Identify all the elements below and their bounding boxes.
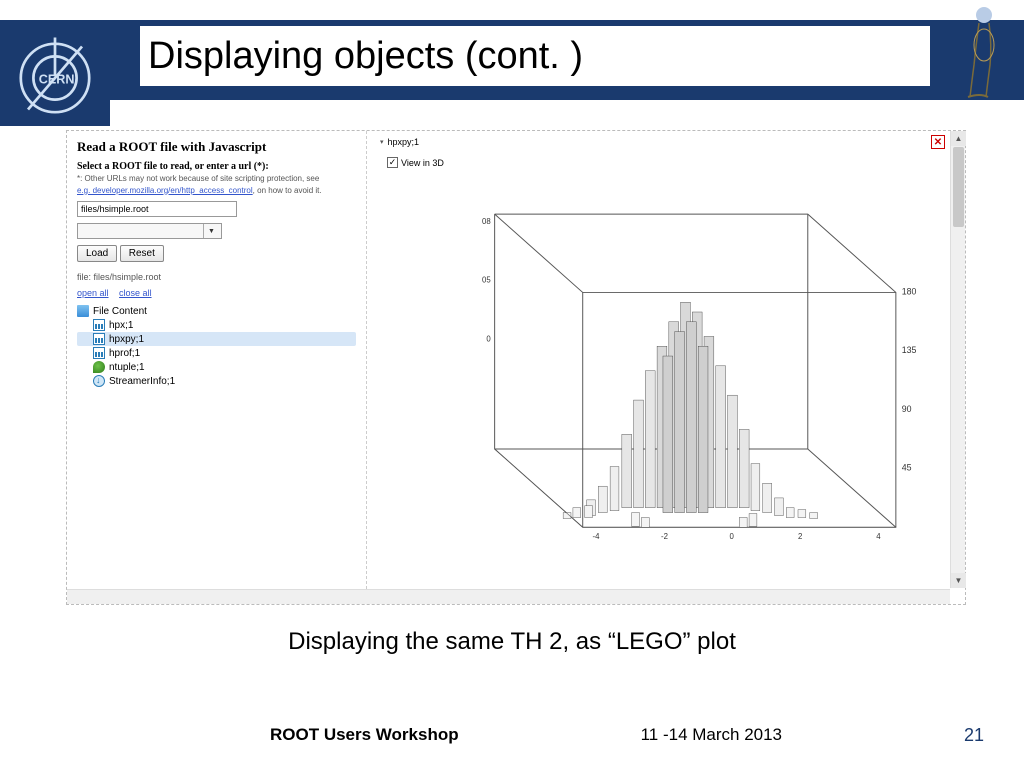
- tree-item-ntuple[interactable]: ntuple;1: [77, 360, 356, 374]
- chevron-down-icon: ▼: [203, 224, 219, 238]
- tree-item-label: hpx;1: [109, 320, 133, 331]
- z-tick: 45: [902, 463, 912, 473]
- leaf-icon: [93, 361, 105, 373]
- svg-text:0: 0: [486, 334, 491, 343]
- svg-text:0: 0: [730, 532, 735, 541]
- scrollbar-thumb[interactable]: [953, 147, 964, 227]
- panel-note-link-row: e.g. developer.mozilla.org/en/http_acces…: [77, 186, 356, 196]
- open-all-link[interactable]: open all: [77, 288, 109, 298]
- tree-item-hprof[interactable]: hprof;1: [77, 346, 356, 360]
- tree-item-label: hpxpy;1: [109, 334, 144, 345]
- button-row: Load Reset: [77, 245, 356, 262]
- current-file-label: file: files/hsimple.root: [77, 272, 356, 282]
- horizontal-scrollbar[interactable]: [67, 589, 950, 604]
- page-number: 21: [964, 725, 984, 746]
- z-tick: 135: [902, 345, 917, 355]
- file-select-dropdown[interactable]: ▼: [77, 223, 222, 239]
- left-panel: Read a ROOT file with Javascript Select …: [67, 131, 367, 604]
- footer-date: 11 -14 March 2013: [641, 725, 782, 746]
- close-all-link[interactable]: close all: [119, 288, 152, 298]
- histogram-icon: [93, 333, 105, 345]
- panel-note-suffix: , on how to avoid it.: [253, 186, 322, 195]
- chevron-down-icon: ▾: [380, 138, 384, 146]
- tree-item-streamerinfo[interactable]: StreamerInfo;1: [77, 374, 356, 388]
- view3d-label: View in 3D: [401, 158, 444, 168]
- slide-footer: ROOT Users Workshop 11 -14 March 2013 21: [0, 725, 1024, 746]
- svg-text:05: 05: [482, 276, 491, 285]
- slide-title: Displaying objects (cont. ): [140, 26, 930, 86]
- object-tab-dropdown[interactable]: ▾ hpxpy;1: [375, 135, 424, 149]
- tree-root-label: File Content: [93, 306, 147, 317]
- close-icon: ✕: [934, 137, 942, 148]
- load-button[interactable]: Load: [77, 245, 117, 262]
- z-tick: 180: [902, 286, 917, 296]
- svg-text:08: 08: [482, 217, 491, 226]
- vertical-scrollbar[interactable]: ▲ ▼: [950, 131, 965, 588]
- info-icon: [93, 375, 105, 387]
- file-tree: File Content hpx;1 hpxpy;1 hprof;1 ntupl…: [77, 304, 356, 388]
- slide-caption: Displaying the same TH 2, as “LEGO” plot: [0, 628, 1024, 656]
- svg-text:-4: -4: [593, 532, 601, 541]
- tree-item-label: ntuple;1: [109, 362, 145, 373]
- tree-action-links: open all close all: [77, 288, 356, 298]
- object-tab-label: hpxpy;1: [388, 137, 420, 147]
- tree-item-label: StreamerInfo;1: [109, 376, 175, 387]
- close-button[interactable]: ✕: [931, 135, 945, 149]
- footer-workshop: ROOT Users Workshop: [270, 725, 459, 746]
- viewer-panel: ▾ hpxpy;1 ✕ ✓ View in 3D: [367, 131, 965, 604]
- corner-figure-graphic: [944, 5, 1014, 100]
- tree-root-row[interactable]: File Content: [77, 304, 356, 318]
- z-tick: 90: [902, 404, 912, 414]
- svg-text:CERN: CERN: [39, 72, 75, 86]
- file-url-input[interactable]: [77, 201, 237, 217]
- histogram-icon: [93, 319, 105, 331]
- reset-button[interactable]: Reset: [120, 245, 164, 262]
- svg-text:-2: -2: [661, 532, 668, 541]
- tree-item-hpx[interactable]: hpx;1: [77, 318, 356, 332]
- app-frame: Read a ROOT file with Javascript Select …: [66, 130, 966, 605]
- dropdown-row: ▼: [77, 223, 356, 239]
- cern-logo: CERN: [0, 30, 110, 126]
- scroll-up-icon: ▲: [951, 131, 966, 146]
- scroll-down-icon: ▼: [951, 573, 966, 588]
- tree-item-label: hprof;1: [109, 348, 140, 359]
- panel-note: *: Other URLs may not work because of si…: [77, 174, 356, 184]
- folder-icon: [77, 305, 89, 317]
- tree-item-hpxpy[interactable]: hpxpy;1: [77, 332, 356, 346]
- slide-title-text: Displaying objects (cont. ): [148, 35, 583, 78]
- histogram-icon: [93, 347, 105, 359]
- panel-subheading: Select a ROOT file to read, or enter a u…: [77, 161, 356, 172]
- lego-plot[interactable]: 180 135 90 45 08 05 0: [387, 167, 935, 594]
- svg-text:4: 4: [876, 532, 881, 541]
- svg-text:2: 2: [798, 532, 802, 541]
- url-input-row: [77, 201, 356, 217]
- panel-heading: Read a ROOT file with Javascript: [77, 139, 356, 155]
- panel-note-prefix: *: Other URLs may not work because of si…: [77, 174, 319, 183]
- panel-note-link[interactable]: e.g. developer.mozilla.org/en/http_acces…: [77, 186, 253, 195]
